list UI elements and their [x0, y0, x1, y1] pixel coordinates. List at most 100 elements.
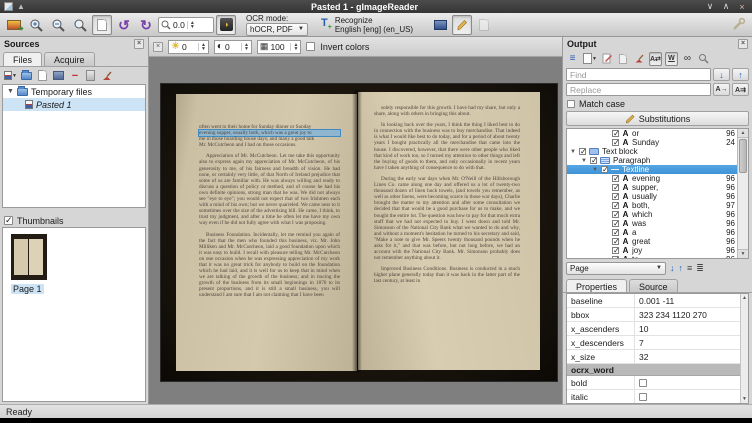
ocr-mode-combo[interactable]: hOCR, PDF ▼ [246, 23, 308, 36]
ocr-tree-row[interactable]: A great 96 [567, 237, 737, 246]
titlebar[interactable]: ▲ Pasted 1 - gImageReader ∨ ∧ × [0, 0, 752, 13]
ocr-tree-row[interactable]: ▼ — Textline [567, 165, 737, 174]
ocr-tree-row[interactable]: A both, 97 [567, 201, 737, 210]
item-checkbox[interactable] [612, 238, 619, 245]
property-row[interactable]: bbox 323 234 1120 270 [567, 308, 740, 322]
prev-item-button[interactable]: ↑ [679, 263, 684, 273]
tab-properties[interactable]: Properties [566, 279, 627, 292]
item-checkbox[interactable] [612, 175, 619, 182]
edit-hocr-button[interactable] [601, 52, 614, 66]
scroll-up-icon[interactable]: ▲ [741, 294, 748, 302]
close-button[interactable]: × [736, 2, 748, 12]
contrast-spinbox[interactable]: ◐ 0 ▲▼ [214, 40, 252, 54]
table-scrollbar[interactable]: ▲ ▼ [740, 294, 748, 403]
item-checkbox[interactable] [612, 229, 619, 236]
tab-acquire[interactable]: Acquire [44, 52, 95, 66]
ocr-tree-row[interactable]: A usually 96 [567, 192, 737, 201]
add-images-button[interactable]: ▼ [4, 69, 17, 83]
item-checkbox[interactable] [612, 202, 619, 209]
minimize-button[interactable]: ∨ [704, 1, 716, 12]
zoom-out-button[interactable] [48, 15, 68, 35]
expander-icon[interactable]: ▼ [7, 88, 14, 95]
ocr-tree-row[interactable]: A or 96 [567, 129, 737, 138]
expander-icon[interactable]: ▼ [581, 158, 587, 164]
resolution-spinbox[interactable]: ▦ 100 ▲▼ [257, 40, 301, 54]
substitutions-button[interactable]: Substitutions [566, 111, 749, 126]
replace-button[interactable]: A→ [713, 83, 730, 96]
item-checkbox[interactable] [590, 157, 597, 164]
scroll-up-icon[interactable]: ▲ [738, 129, 748, 138]
resolution-spin-arrows[interactable]: ▲▼ [290, 43, 298, 51]
ocr-tree-row[interactable]: A which 96 [567, 210, 737, 219]
item-checkbox[interactable] [612, 184, 619, 191]
replace-all-button[interactable]: A⇉ [732, 83, 749, 96]
ocr-tree-row[interactable]: A was 96 [567, 219, 737, 228]
replace-input[interactable] [566, 83, 711, 96]
property-value[interactable]: 7 [635, 338, 740, 348]
maximize-button[interactable]: ∧ [720, 1, 732, 12]
zoom-fit-button[interactable] [92, 15, 112, 35]
word-confidence-toggle[interactable]: W [665, 52, 678, 66]
property-row[interactable]: x_descenders 7 [567, 336, 740, 350]
expand-all-button[interactable]: ≡ [687, 263, 692, 273]
navigation-target-selector[interactable]: ∞ [681, 52, 694, 66]
zoom-in-button[interactable] [26, 15, 46, 35]
clear-sources-button[interactable] [101, 69, 113, 83]
property-value[interactable] [635, 379, 740, 387]
property-value[interactable]: 0.001 -11 [635, 296, 740, 306]
match-case-checkbox[interactable] [567, 100, 575, 108]
thumbnails-list[interactable]: Page 1 [2, 227, 146, 402]
ocr-tree-row[interactable]: ▼ Paragraph [567, 156, 737, 165]
preview-button[interactable] [617, 52, 630, 66]
sources-close-icon[interactable]: × [134, 39, 144, 49]
image-canvas[interactable]: often went to their home for Sunday dinn… [149, 57, 562, 404]
remove-source-button[interactable]: − [69, 69, 81, 83]
ocr-tree-row[interactable]: A Sunday 24 [567, 138, 737, 147]
rotate-right-button[interactable]: ↻ [136, 15, 156, 35]
save-output-button[interactable]: ▼ [582, 52, 598, 66]
item-checkbox[interactable] [612, 130, 619, 137]
capture-image-button[interactable] [430, 15, 450, 35]
ocr-result-tree[interactable]: A or 96 A Sunday 24 ▼ Text block ▼ Parag… [566, 128, 749, 259]
sources-file-tree[interactable]: ▼ Temporary files Pasted 1 [2, 84, 146, 208]
ocr-tree-row[interactable]: A a 96 [567, 228, 737, 237]
ocr-tree-row[interactable]: A evening 96 [567, 174, 737, 183]
scroll-down-icon[interactable]: ▼ [741, 395, 748, 403]
brightness-spin-arrows[interactable]: ▲▼ [198, 43, 206, 51]
rotate-left-button[interactable]: ↺ [114, 15, 134, 35]
find-prev-button[interactable]: ↑ [732, 68, 749, 81]
display-controls-toggle[interactable]: ◑ [216, 15, 236, 35]
property-row[interactable]: x_size 32 [567, 350, 740, 364]
clear-output-button[interactable] [633, 52, 646, 66]
ocr-tree-row[interactable]: A to 96 [567, 255, 737, 259]
property-row[interactable]: baseline 0.001 -11 [567, 294, 740, 308]
rotation-spin-arrows[interactable]: ▲▼ [187, 21, 195, 29]
item-checkbox[interactable] [612, 247, 619, 254]
ocr-tree-row[interactable]: A supper, 96 [567, 183, 737, 192]
scrollbar-thumb[interactable] [739, 139, 747, 173]
page-thumbnail[interactable] [11, 234, 47, 280]
properties-table[interactable]: baseline 0.001 -11 bbox 323 234 1120 270… [566, 293, 749, 404]
property-value[interactable]: 32 [635, 352, 740, 362]
screenshot-button[interactable] [53, 69, 65, 83]
ocr-tree-row[interactable]: ▼ Text block [567, 147, 737, 156]
item-checkbox[interactable] [612, 256, 619, 259]
property-value[interactable]: 323 234 1120 270 [635, 310, 740, 320]
brightness-spinbox[interactable]: ☀ 0 ▲▼ [168, 40, 209, 54]
tree-scrollbar[interactable]: ▲ ▼ [737, 129, 748, 258]
tree-row-temporary-files[interactable]: ▼ Temporary files [3, 85, 145, 98]
paste-source-button[interactable] [37, 69, 49, 83]
find-input[interactable] [566, 68, 711, 81]
italic-checkbox[interactable] [639, 393, 647, 401]
bold-checkbox[interactable] [639, 379, 647, 387]
zoom-original-button[interactable] [70, 15, 90, 35]
tab-files[interactable]: Files [3, 52, 42, 66]
find-replace-toggle[interactable]: A⇄ [649, 52, 662, 66]
collapse-all-button[interactable]: ≣ [696, 263, 704, 274]
recognize-button[interactable]: T+ Recognize English [eng] (en_US) [316, 15, 418, 35]
edit-output-toggle[interactable] [452, 15, 472, 35]
contrast-spin-arrows[interactable]: ▲▼ [241, 43, 249, 51]
ocr-tree-row[interactable]: A joy 96 [567, 246, 737, 255]
insert-mode-button[interactable]: ≡ [566, 52, 579, 66]
item-checkbox[interactable] [612, 193, 619, 200]
